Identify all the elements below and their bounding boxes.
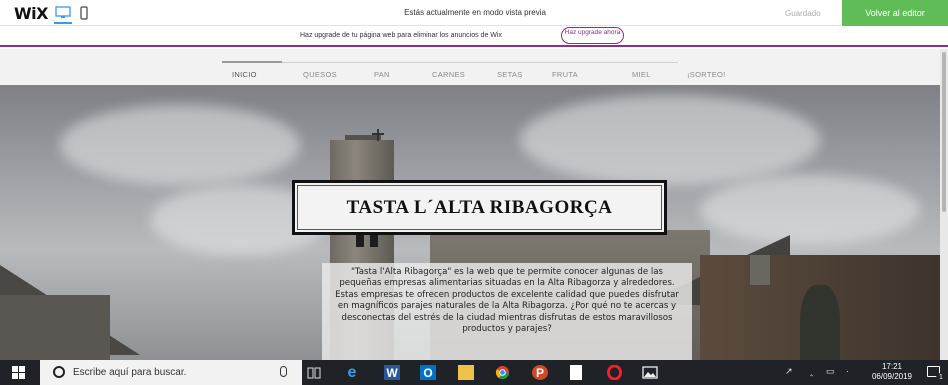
- mobile-view-icon[interactable]: [80, 6, 88, 20]
- taskbar-clock[interactable]: 17:21 06/09/2019: [866, 362, 918, 382]
- wifi-icon[interactable]: ∙: [846, 366, 849, 376]
- taskbar-search-box[interactable]: Escribe aquí para buscar.: [40, 360, 302, 385]
- tower-window: [370, 235, 378, 247]
- hero-background-image: TASTA L´ALTA RIBAGORÇA "Tasta l'Alta Rib…: [0, 85, 940, 360]
- nav-item-carnes[interactable]: CARNES: [432, 70, 465, 79]
- notepad-icon[interactable]: [570, 365, 582, 380]
- hero-title-box: TASTA L´ALTA RIBAGORÇA: [292, 180, 667, 235]
- clock-date: 06/09/2019: [871, 372, 913, 381]
- clock-time: 17:21: [881, 362, 903, 371]
- file-explorer-icon[interactable]: [458, 365, 474, 380]
- word-icon[interactable]: W: [384, 365, 400, 380]
- people-icon[interactable]: ↗: [785, 366, 793, 377]
- hero-description: "Tasta l'Alta Ribagorça" es la web que t…: [335, 267, 679, 335]
- chevron-up-icon[interactable]: ‸: [810, 366, 813, 377]
- nav-item-fruta[interactable]: FRUTA: [552, 70, 578, 79]
- site-navigation: INICIO QUESOS PAN CARNES SETAS FRUTA MIE…: [0, 49, 948, 85]
- preview-mode-message: Estás actualmente en modo vista previa: [404, 8, 546, 17]
- nav-item-miel[interactable]: MIEL: [632, 70, 651, 79]
- powerpoint-icon[interactable]: P: [532, 365, 548, 380]
- cloud: [520, 95, 820, 185]
- windows-start-icon[interactable]: [12, 366, 26, 380]
- left-building: [0, 295, 110, 360]
- scrollbar-thumb[interactable]: [942, 52, 946, 212]
- microphone-icon[interactable]: [280, 366, 287, 377]
- chrome-icon[interactable]: [494, 365, 510, 380]
- search-placeholder: Escribe aquí para buscar.: [73, 367, 187, 378]
- cross-icon: [377, 129, 379, 141]
- photos-icon[interactable]: [642, 365, 658, 380]
- tree: [800, 285, 840, 360]
- nav-item-quesos[interactable]: QUESOS: [303, 70, 337, 79]
- upgrade-message: Haz upgrade de tu página web para elimin…: [300, 32, 502, 39]
- windows-taskbar: Escribe aquí para buscar. e W O P ↗ ‸ ▭ …: [0, 360, 948, 385]
- saved-status: Guardado: [785, 9, 821, 18]
- back-to-editor-button[interactable]: Volver al editor: [842, 0, 948, 26]
- outlook-icon[interactable]: O: [420, 365, 436, 380]
- nav-item-pan[interactable]: PAN: [374, 70, 390, 79]
- upgrade-banner: Haz upgrade de tu página web para elimin…: [0, 26, 948, 47]
- hero-title: TASTA L´ALTA RIBAGORÇA: [346, 196, 613, 218]
- nav-item-sorteo[interactable]: ¡SORTEO!: [687, 70, 726, 79]
- cross-icon-bar: [372, 133, 384, 135]
- nav-item-setas[interactable]: SETAS: [497, 70, 523, 79]
- hero-description-box: "Tasta l'Alta Ribagorça" es la web que t…: [322, 263, 692, 360]
- notification-count-badge: 1: [936, 373, 946, 383]
- task-view-icon[interactable]: [306, 365, 322, 380]
- tower-window: [356, 235, 364, 247]
- nav-item-inicio[interactable]: INICIO: [222, 61, 282, 79]
- desktop-view-icon[interactable]: [54, 6, 72, 24]
- nav-divider: [222, 62, 678, 63]
- opera-icon[interactable]: [606, 365, 622, 380]
- chimney: [750, 255, 770, 285]
- cortana-icon: [53, 366, 65, 378]
- cloud: [60, 105, 300, 185]
- wix-logo[interactable]: WiX: [14, 4, 48, 23]
- wix-preview-bar: WiX Estás actualmente en modo vista prev…: [0, 0, 948, 26]
- upgrade-now-button[interactable]: Haz upgrade ahora: [561, 27, 624, 44]
- edge-icon[interactable]: e: [344, 364, 360, 381]
- battery-icon[interactable]: ▭: [826, 366, 835, 377]
